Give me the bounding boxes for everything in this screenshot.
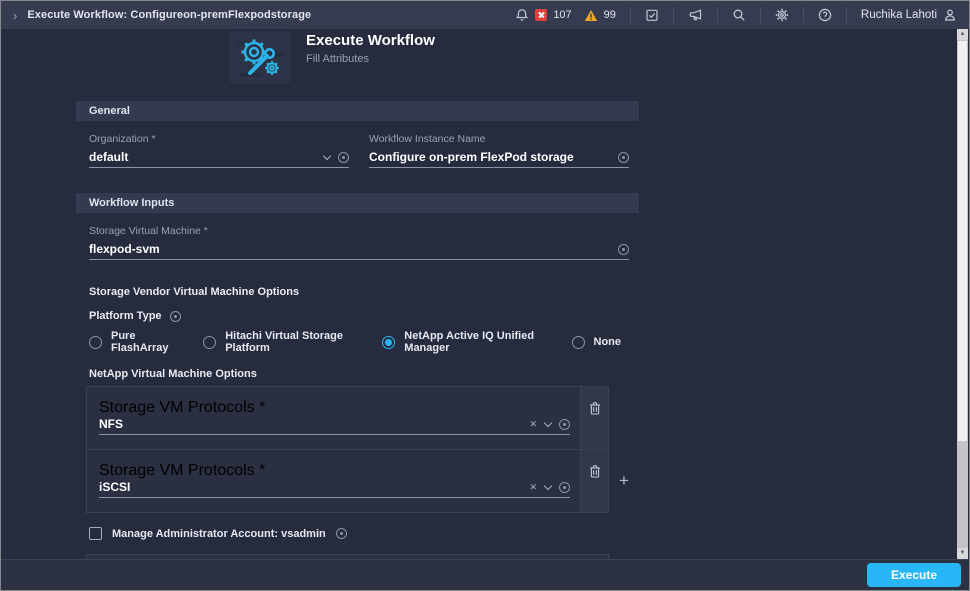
route-gateway-card[interactable]: Route Destination IPv4 Gateway 10.61.183…	[86, 554, 609, 559]
clear-icon[interactable]: ✕	[529, 419, 537, 430]
route-gateway-group: Route Destination IPv4 Gateway 10.61.183…	[86, 554, 639, 559]
critical-alert-count[interactable]: 107	[553, 9, 571, 21]
scroll-up-arrow[interactable]: ▲	[957, 29, 968, 40]
storage-virtual-machine-field[interactable]: Storage Virtual Machine * flexpod-svm	[89, 225, 629, 260]
clear-icon[interactable]: ✕	[529, 482, 537, 493]
app-window: › Execute Workflow: Configureon-premFlex…	[0, 0, 970, 591]
top-bar: › Execute Workflow: Configureon-premFlex…	[1, 1, 969, 29]
info-icon[interactable]	[618, 152, 629, 163]
radio-icon	[382, 336, 395, 349]
critical-alert-icon[interactable]	[535, 9, 547, 21]
storage-virtual-machine-value[interactable]: flexpod-svm	[89, 242, 610, 256]
section-workflow-inputs-title: Workflow Inputs	[89, 197, 174, 209]
radio-label: NetApp Active IQ Unified Manager	[404, 330, 543, 354]
organization-value[interactable]: default	[89, 150, 316, 164]
protocol-value[interactable]: iSCSI	[99, 480, 521, 494]
info-icon[interactable]	[618, 244, 629, 255]
user-menu[interactable]: Ruchika Lahoti	[847, 8, 957, 22]
protocol-label: Storage VM Protocols *	[99, 399, 570, 417]
platform-type-label: Platform Type	[89, 310, 162, 322]
chevron-down-icon[interactable]	[544, 418, 552, 426]
radio-pure-flasharray[interactable]: Pure FlashArray	[89, 330, 175, 354]
alerts-group: 107 99	[501, 8, 630, 22]
chevron-down-icon[interactable]	[544, 481, 552, 489]
help-icon[interactable]	[818, 8, 832, 22]
user-avatar-icon	[943, 8, 957, 22]
radio-label: None	[594, 336, 622, 348]
warning-alert-count[interactable]: 99	[604, 9, 616, 21]
workflow-gears-icon	[229, 31, 291, 84]
radio-none[interactable]: None	[572, 336, 622, 349]
scroll-down-arrow[interactable]: ▼	[957, 548, 968, 559]
page-header: Execute Workflow Fill Attributes	[229, 31, 435, 84]
breadcrumb-chevron-icon[interactable]: ›	[13, 8, 17, 23]
organization-field[interactable]: Organization * default	[89, 133, 349, 168]
workflow-form: General Organization * default Workflow …	[76, 101, 639, 559]
radio-label: Pure FlashArray	[111, 330, 175, 354]
vendor-options-heading: Storage Vendor Virtual Machine Options	[89, 286, 639, 298]
manage-admin-checkbox[interactable]	[89, 527, 102, 540]
tasks-icon[interactable]	[645, 8, 659, 22]
footer-bar: Execute	[1, 559, 969, 590]
main-content: Execute Workflow Fill Attributes General…	[1, 29, 969, 559]
protocol-label: Storage VM Protocols *	[99, 462, 570, 480]
vertical-scrollbar[interactable]: ▲ ▼	[957, 29, 968, 559]
bell-icon[interactable]	[515, 8, 529, 22]
execute-button[interactable]: Execute	[867, 563, 961, 587]
info-icon[interactable]	[170, 311, 181, 322]
info-icon[interactable]	[338, 152, 349, 163]
info-icon[interactable]	[559, 482, 570, 493]
user-name: Ruchika Lahoti	[861, 9, 937, 21]
warning-alert-icon[interactable]	[584, 9, 598, 22]
manage-admin-label: Manage Administrator Account: vsadmin	[112, 528, 326, 540]
section-general: General	[76, 101, 639, 121]
trash-icon	[589, 464, 601, 478]
trash-icon	[589, 401, 601, 415]
protocol-value[interactable]: NFS	[99, 417, 521, 431]
radio-label: Hitachi Virtual Storage Platform	[225, 330, 354, 354]
workflow-instance-name-label: Workflow Instance Name	[369, 133, 629, 145]
chevron-down-icon[interactable]	[323, 151, 331, 159]
section-general-title: General	[89, 105, 130, 117]
info-icon[interactable]	[559, 419, 570, 430]
delete-protocol-button[interactable]	[580, 387, 608, 449]
page-subtitle: Fill Attributes	[306, 53, 435, 65]
scrollbar-thumb[interactable]	[958, 41, 967, 441]
page-title: Execute Workflow	[306, 32, 435, 49]
workflow-instance-name-value[interactable]: Configure on-prem FlexPod storage	[369, 150, 610, 164]
section-workflow-inputs: Workflow Inputs	[76, 193, 639, 213]
protocol-row-iscsi: Storage VM Protocols * iSCSI ✕	[87, 449, 608, 512]
radio-icon	[203, 336, 216, 349]
workflow-instance-name-field[interactable]: Workflow Instance Name Configure on-prem…	[369, 133, 629, 168]
radio-icon	[89, 336, 102, 349]
settings-gear-icon[interactable]	[775, 8, 789, 22]
breadcrumb: Execute Workflow: Configureon-premFlexpo…	[27, 9, 311, 21]
radio-icon	[572, 336, 585, 349]
announcements-icon[interactable]	[688, 8, 703, 22]
platform-type-row: Platform Type	[89, 310, 639, 322]
topbar-actions: 107 99	[501, 7, 957, 23]
storage-virtual-machine-label: Storage Virtual Machine *	[89, 225, 629, 237]
protocols-group: Storage VM Protocols * NFS ✕	[86, 386, 639, 513]
radio-hitachi-vsp[interactable]: Hitachi Virtual Storage Platform	[203, 330, 354, 354]
organization-label: Organization *	[89, 133, 349, 145]
platform-type-radios: Pure FlashArray Hitachi Virtual Storage …	[89, 330, 639, 354]
netapp-options-heading: NetApp Virtual Machine Options	[89, 368, 639, 380]
delete-protocol-button[interactable]	[580, 450, 608, 512]
protocol-row-nfs: Storage VM Protocols * NFS ✕	[87, 387, 608, 449]
info-icon[interactable]	[336, 528, 347, 539]
search-icon[interactable]	[732, 8, 746, 22]
add-protocol-button[interactable]: +	[609, 472, 639, 489]
manage-admin-row: Manage Administrator Account: vsadmin	[89, 527, 639, 540]
radio-netapp-aiqum[interactable]: NetApp Active IQ Unified Manager	[382, 330, 543, 354]
